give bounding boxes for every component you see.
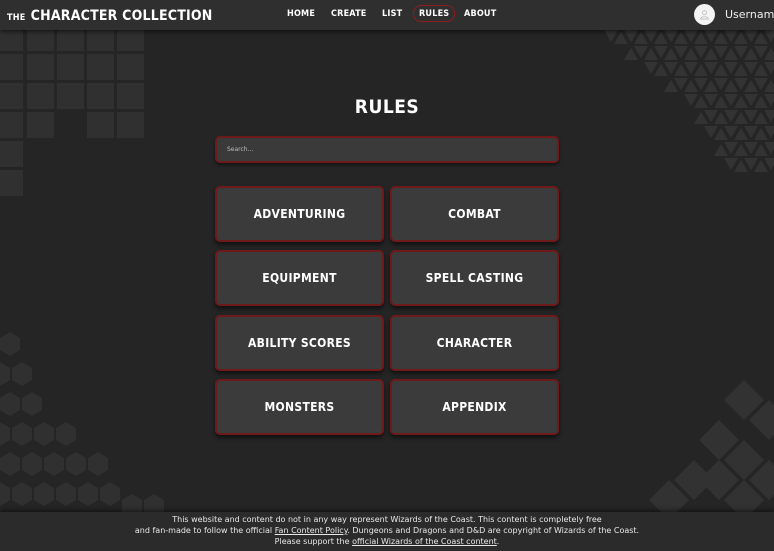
nav-about[interactable]: ABOUT [464,9,496,19]
top-navbar: THE CHARACTER COLLECTION HOME CREATE LIS… [0,0,774,30]
rule-card-spell-casting[interactable]: SPELL CASTING [390,250,559,306]
rule-card-monsters[interactable]: MONSTERS [215,379,384,435]
footer-text: . [496,537,500,546]
rule-card-ability-scores[interactable]: ABILITY SCORES [215,315,384,371]
footer-disclaimer-line-1: This website and content do not in any w… [172,515,602,524]
footer-disclaimer-line-2: and fan-made to follow the official Fan … [0,525,774,536]
user-avatar[interactable] [694,4,715,25]
page: THE CHARACTER COLLECTION HOME CREATE LIS… [0,0,774,551]
decorative-diamond-pattern [649,380,774,520]
rule-card-combat[interactable]: COMBAT [390,186,559,242]
user-icon [700,10,709,20]
footer-disclaimer-line-3: Please support the official Wizards of t… [0,536,774,547]
footer: This website and content do not in any w… [0,512,774,551]
fan-content-policy-link[interactable]: Fan Content Policy [275,526,348,535]
rule-card-appendix[interactable]: APPENDIX [390,379,559,435]
username-label[interactable]: Username [725,8,774,21]
nav-rules[interactable]: RULES [413,5,456,22]
footer-text: and fan-made to follow the official [134,526,275,535]
search-box[interactable] [215,136,559,163]
footer-text: . Dungeons and Dragons and D&D are copyr… [347,526,640,535]
rule-card-equipment[interactable]: EQUIPMENT [215,250,384,306]
main-nav: HOME CREATE LIST RULES ABOUT [0,0,774,30]
nav-home[interactable]: HOME [287,9,315,19]
wotc-content-link[interactable]: official Wizards of the Coast content [352,537,497,546]
rule-card-character[interactable]: CHARACTER [390,315,559,371]
decorative-hexagon-pattern [0,332,164,518]
page-title: RULES [354,96,420,118]
rule-card-adventuring[interactable]: ADVENTURING [215,186,384,242]
search-input[interactable] [225,145,549,154]
footer-text: Please support the [274,537,353,546]
nav-create[interactable]: CREATE [331,9,367,19]
nav-list[interactable]: LIST [382,9,402,19]
